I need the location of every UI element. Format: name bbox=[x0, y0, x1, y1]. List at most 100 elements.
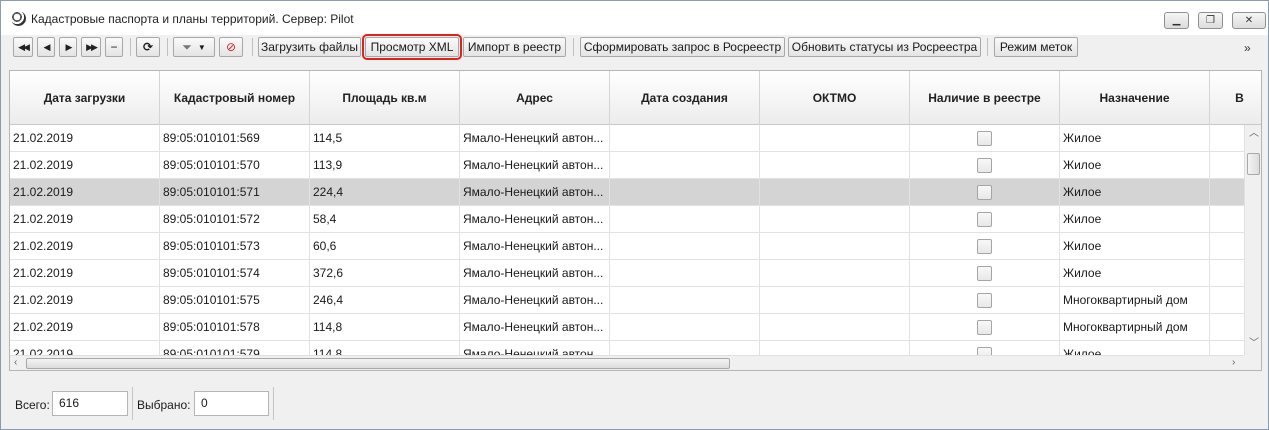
mark-mode-button[interactable]: Режим меток bbox=[994, 37, 1078, 57]
last-record-icon: ▶▶ bbox=[86, 41, 98, 52]
column-header-cadastral-number[interactable]: Кадастровый номер bbox=[160, 71, 310, 125]
cell-address: Ямало-Ненецкий автон... bbox=[460, 314, 610, 341]
chevron-down-icon: ▼ bbox=[197, 42, 206, 52]
column-header-area[interactable]: Площадь кв.м bbox=[310, 71, 460, 125]
prev-record-button[interactable]: ◀ bbox=[37, 37, 55, 57]
import-registry-button[interactable]: Импорт в реестр bbox=[463, 37, 566, 57]
column-header-purpose[interactable]: Назначение bbox=[1060, 71, 1210, 125]
scroll-up-icon[interactable]: ︿ bbox=[1249, 129, 1259, 139]
maximize-button[interactable]: ❐ bbox=[1198, 12, 1223, 29]
cell-address: Ямало-Ненецкий автон... bbox=[460, 125, 610, 152]
cell-area: 114,8 bbox=[310, 314, 460, 341]
minimize-icon: ▁ bbox=[1172, 14, 1181, 26]
vertical-scrollbar[interactable]: ︿ ﹀ bbox=[1244, 125, 1261, 355]
column-header-oktmo[interactable]: ОКТМО bbox=[760, 71, 910, 125]
table-row[interactable]: 21.02.2019 89:05:010101:573 60,6 Ямало-Нене… bbox=[10, 233, 1244, 260]
title-bar: Кадастровые паспорта и планы территорий.… bbox=[1, 1, 1268, 35]
grid-body: 21.02.2019 89:05:010101:569 114,5 Ямало-Нен… bbox=[10, 125, 1244, 355]
load-files-button[interactable]: Загрузить файлы bbox=[258, 37, 361, 57]
cell-cadastral-number: 89:05:010101:570 bbox=[160, 152, 310, 179]
cell-in-registry bbox=[910, 314, 1060, 341]
in-registry-checkbox[interactable] bbox=[977, 185, 992, 200]
table-row[interactable]: 21.02.2019 89:05:010101:579 114,8 Ямало-Нен… bbox=[10, 341, 1244, 355]
toolbar-separator bbox=[167, 38, 168, 56]
update-statuses-button[interactable]: Обновить статусы из Росреестра bbox=[788, 37, 981, 57]
status-bar: Всего: 616 Выбрано: 0 bbox=[1, 380, 1268, 429]
cell-in-registry bbox=[910, 233, 1060, 260]
toolbar-separator bbox=[573, 38, 574, 56]
cell-upload-date: 21.02.2019 bbox=[10, 233, 160, 260]
cell-cadastral-number: 89:05:010101:579 bbox=[160, 341, 310, 355]
cell-oktmo bbox=[760, 233, 910, 260]
first-record-icon: ◀◀ bbox=[18, 41, 30, 52]
column-header-upload-date[interactable]: Дата загрузки bbox=[10, 71, 160, 125]
table-row[interactable]: 21.02.2019 89:05:010101:571 224,4 Ямало-Нен… bbox=[10, 179, 1244, 206]
cell-created-date bbox=[610, 125, 760, 152]
table-row[interactable]: 21.02.2019 89:05:010101:572 58,4 Ямало-Нене… bbox=[10, 206, 1244, 233]
in-registry-checkbox[interactable] bbox=[977, 293, 992, 308]
horizontal-scroll-thumb[interactable] bbox=[26, 358, 730, 369]
last-record-button[interactable]: ▶▶ bbox=[81, 37, 101, 57]
in-registry-checkbox[interactable] bbox=[977, 158, 992, 173]
table-row[interactable]: 21.02.2019 89:05:010101:570 113,9 Ямало-Нен… bbox=[10, 152, 1244, 179]
total-count-field: 616 bbox=[52, 391, 128, 416]
cell-upload-date: 21.02.2019 bbox=[10, 206, 160, 233]
cell-purpose: Жилое bbox=[1060, 152, 1210, 179]
scroll-down-icon[interactable]: ﹀ bbox=[1249, 339, 1259, 349]
cell-created-date bbox=[610, 260, 760, 287]
table-row[interactable]: 21.02.2019 89:05:010101:578 114,8 Ямало-Нен… bbox=[10, 314, 1244, 341]
cell-in-registry bbox=[910, 152, 1060, 179]
cell-oktmo bbox=[760, 179, 910, 206]
filter-dropdown-button[interactable]: ⏷ ▼ bbox=[173, 37, 215, 57]
view-xml-button[interactable]: Просмотр XML bbox=[362, 34, 462, 60]
in-registry-checkbox[interactable] bbox=[977, 131, 992, 146]
column-header-created-date[interactable]: Дата создания bbox=[610, 71, 760, 125]
app-icon bbox=[11, 11, 26, 26]
cell-oktmo bbox=[760, 206, 910, 233]
cell-oktmo bbox=[760, 341, 910, 355]
cell-created-date bbox=[610, 206, 760, 233]
overflow-chevron-icon[interactable]: » bbox=[1244, 41, 1251, 55]
cell-address: Ямало-Ненецкий автон... bbox=[460, 206, 610, 233]
cell-upload-date: 21.02.2019 bbox=[10, 314, 160, 341]
cell-upload-date: 21.02.2019 bbox=[10, 260, 160, 287]
in-registry-checkbox[interactable] bbox=[977, 239, 992, 254]
cell-oktmo bbox=[760, 287, 910, 314]
column-header-address[interactable]: Адрес bbox=[460, 71, 610, 125]
refresh-button[interactable]: ⟳ bbox=[136, 37, 160, 57]
toolbar-separator bbox=[130, 38, 131, 56]
remove-icon: − bbox=[110, 40, 118, 54]
toolbar: ◀◀ ◀ ▶ ▶▶ − ⟳ ⏷ ▼ ⊘ Загрузить файлы Просм… bbox=[1, 34, 1268, 60]
scroll-left-icon[interactable]: ‹ bbox=[14, 358, 17, 368]
table-row[interactable]: 21.02.2019 89:05:010101:569 114,5 Ямало-Нен… bbox=[10, 125, 1244, 152]
filter-icon: ⏷ bbox=[182, 39, 192, 54]
next-record-button[interactable]: ▶ bbox=[59, 37, 77, 57]
in-registry-checkbox[interactable] bbox=[977, 320, 992, 335]
cell-upload-date: 21.02.2019 bbox=[10, 125, 160, 152]
remove-button[interactable]: − bbox=[105, 37, 123, 57]
clear-filter-button[interactable]: ⊘ bbox=[219, 37, 243, 57]
cell-in-registry bbox=[910, 179, 1060, 206]
cell-oktmo bbox=[760, 314, 910, 341]
cell-purpose: Многоквартирный дом bbox=[1060, 287, 1210, 314]
minimize-button[interactable]: ▁ bbox=[1164, 12, 1189, 29]
table-row[interactable]: 21.02.2019 89:05:010101:574 372,6 Ямало-Нен… bbox=[10, 260, 1244, 287]
in-registry-checkbox[interactable] bbox=[977, 347, 992, 355]
close-button[interactable]: ✕ bbox=[1232, 12, 1266, 29]
restore-icon: ❐ bbox=[1206, 14, 1215, 26]
first-record-button[interactable]: ◀◀ bbox=[13, 37, 33, 57]
cell-area: 114,5 bbox=[310, 125, 460, 152]
form-request-button[interactable]: Сформировать запрос в Росреестр bbox=[580, 37, 785, 57]
grid-header: Дата загрузки Кадастровый номер Площадь кв… bbox=[10, 71, 1261, 125]
vertical-scroll-thumb[interactable] bbox=[1247, 153, 1260, 175]
horizontal-scrollbar[interactable]: ‹ › bbox=[10, 355, 1244, 370]
table-row[interactable]: 21.02.2019 89:05:010101:575 246,4 Ямало-Нен… bbox=[10, 287, 1244, 314]
in-registry-checkbox[interactable] bbox=[977, 212, 992, 227]
toolbar-separator bbox=[252, 38, 253, 56]
column-header-in-registry[interactable]: Наличие в реестре bbox=[910, 71, 1060, 125]
column-header-extra[interactable]: В bbox=[1210, 71, 1261, 125]
cell-created-date bbox=[610, 314, 760, 341]
in-registry-checkbox[interactable] bbox=[977, 266, 992, 281]
cell-created-date bbox=[610, 152, 760, 179]
scroll-right-icon[interactable]: › bbox=[1232, 358, 1235, 368]
